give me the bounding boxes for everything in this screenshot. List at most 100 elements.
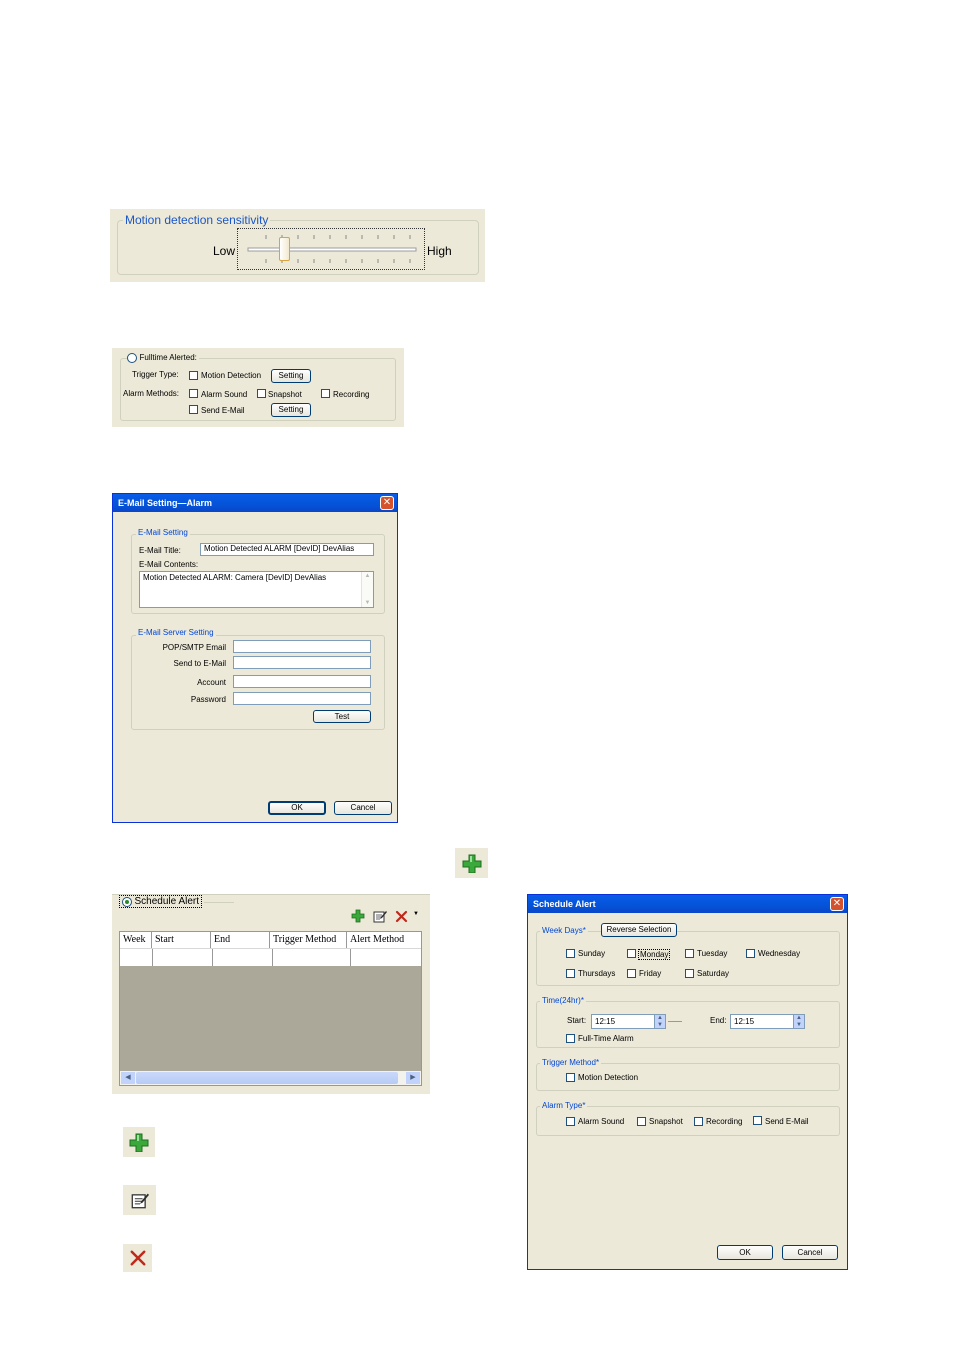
email-contents-scrollbar[interactable]: ▲ ▼: [361, 572, 373, 607]
saturday-label: Saturday: [697, 969, 730, 978]
alarm-methods-label: Alarm Methods:: [123, 389, 180, 398]
schedule-alert-radio[interactable]: [122, 896, 132, 907]
friday-label: Friday: [639, 969, 662, 978]
pop-smtp-input[interactable]: [233, 640, 371, 653]
time-group-title: Time(24hr)*: [540, 996, 586, 1005]
delete-dropdown-icon[interactable]: ▼: [413, 911, 419, 917]
sensitivity-slider[interactable]: [237, 228, 425, 270]
schedule-recording-label: Recording: [706, 1117, 743, 1126]
schedule-motion-detection-checkbox[interactable]: [566, 1073, 575, 1082]
close-icon[interactable]: ✕: [380, 496, 394, 510]
schedule-snapshot-checkbox[interactable]: [637, 1117, 646, 1126]
column-header-week[interactable]: Week: [120, 932, 152, 948]
email-setting-group-title: E-Mail Setting: [136, 528, 190, 537]
delete-icon[interactable]: [395, 910, 408, 923]
start-time-input[interactable]: 12:15 ▲ ▼: [591, 1014, 666, 1029]
recording-checkbox[interactable]: [321, 389, 330, 398]
horizontal-scrollbar[interactable]: ◀ ▶: [120, 1071, 421, 1085]
email-title-input[interactable]: Motion Detected ALARM [DevID] DevAlias: [200, 543, 374, 556]
edit-icon[interactable]: [373, 909, 387, 923]
reverse-selection-button[interactable]: Reverse Selection: [601, 923, 677, 937]
end-time-input[interactable]: 12:15 ▲ ▼: [730, 1014, 805, 1029]
schedule-recording-checkbox[interactable]: [694, 1117, 703, 1126]
schedule-alert-label: Schedule Alert: [134, 896, 200, 908]
start-label: Start:: [567, 1016, 587, 1025]
thursdays-label: Thursdays: [578, 969, 616, 978]
monday-checkbox[interactable]: [627, 949, 636, 958]
start-time-spinner[interactable]: ▲ ▼: [654, 1015, 665, 1028]
add-icon-legend: [123, 1127, 155, 1157]
email-setting-button[interactable]: Setting: [271, 403, 311, 417]
week-days-group-title: Week Days*: [540, 926, 588, 935]
schedule-alarm-sound-checkbox[interactable]: [566, 1117, 575, 1126]
fulltime-alert-radio[interactable]: [127, 352, 137, 363]
schedule-send-email-checkbox[interactable]: [753, 1116, 762, 1125]
time-separator: [668, 1021, 682, 1022]
fulltime-alert-panel: Fulltime Alerted: Trigger Type: Motion D…: [112, 348, 404, 427]
tuesday-checkbox[interactable]: [685, 949, 694, 958]
scroll-right-icon[interactable]: ▶: [406, 1072, 420, 1084]
email-title-label: E-Mail Title:: [139, 546, 181, 555]
password-label: Password: [190, 695, 226, 704]
column-header-trigger-method[interactable]: Trigger Method: [270, 932, 347, 948]
account-input[interactable]: [233, 675, 371, 688]
end-label: End:: [710, 1016, 727, 1025]
trigger-type-label: Trigger Type:: [132, 370, 179, 379]
trigger-setting-button[interactable]: Setting: [271, 369, 311, 383]
test-button[interactable]: Test: [313, 710, 371, 723]
friday-checkbox[interactable]: [627, 969, 636, 978]
schedule-alert-radio-wrap[interactable]: Schedule Alert: [119, 895, 203, 909]
schedule-table: Week Start End Trigger Method Alert Method ◀…: [119, 931, 422, 1086]
pop-smtp-label: POP/SMTP Email: [162, 643, 226, 652]
spin-down-icon: ▼: [657, 1021, 663, 1028]
email-cancel-button[interactable]: Cancel: [334, 801, 392, 815]
fulltime-alarm-checkbox[interactable]: [566, 1034, 575, 1043]
account-label: Account: [197, 678, 226, 687]
column-header-start[interactable]: Start: [152, 932, 211, 948]
schedule-snapshot-label: Snapshot: [649, 1117, 683, 1126]
alarm-sound-checkbox[interactable]: [189, 389, 198, 398]
email-setting-dialog: E-Mail Setting—Alarm ✕ E-Mail Setting E-…: [112, 493, 398, 823]
send-email-checkbox[interactable]: [189, 405, 198, 414]
column-header-alert-method[interactable]: Alert Method: [347, 932, 421, 948]
add-icon: [129, 1133, 149, 1152]
alarm-sound-label: Alarm Sound: [201, 390, 248, 399]
email-dialog-title: E-Mail Setting—Alarm: [118, 498, 213, 508]
sensitivity-title: Motion detection sensitivity: [123, 213, 271, 227]
scroll-left-icon[interactable]: ◀: [121, 1072, 135, 1084]
scrollbar-thumb[interactable]: [136, 1072, 398, 1084]
close-icon[interactable]: ✕: [830, 897, 844, 911]
snapshot-checkbox[interactable]: [257, 389, 266, 398]
snapshot-label: Snapshot: [268, 390, 302, 399]
wednesday-checkbox[interactable]: [746, 949, 755, 958]
saturday-checkbox[interactable]: [685, 969, 694, 978]
sensitivity-slider-thumb[interactable]: [279, 237, 291, 261]
spin-down-icon: ▼: [796, 1021, 802, 1028]
add-icon[interactable]: [351, 909, 365, 923]
sensitivity-panel: Motion detection sensitivity Low High: [110, 209, 485, 282]
scroll-down-icon[interactable]: ▼: [362, 599, 373, 607]
table-row[interactable]: [120, 949, 421, 966]
password-input[interactable]: [233, 692, 371, 705]
schedule-ok-button[interactable]: OK: [717, 1245, 773, 1260]
motion-detection-checkbox[interactable]: [189, 371, 198, 380]
email-contents-label: E-Mail Contents:: [139, 560, 199, 569]
schedule-alert-panel: Schedule Alert ▼ Week Start End Trigger Met…: [112, 894, 430, 1094]
add-icon: [462, 854, 481, 873]
email-contents-textarea[interactable]: Motion Detected ALARM: Camera [DevID] De…: [139, 571, 374, 608]
thursdays-checkbox[interactable]: [566, 969, 575, 978]
end-time-spinner[interactable]: ▲ ▼: [793, 1015, 804, 1028]
sunday-label: Sunday: [578, 949, 606, 958]
send-to-email-input[interactable]: [233, 656, 371, 669]
motion-detection-label: Motion Detection: [201, 371, 262, 380]
scroll-up-icon[interactable]: ▲: [362, 572, 373, 580]
schedule-cancel-button[interactable]: Cancel: [782, 1245, 838, 1260]
fulltime-alert-label: Fulltime Alerted:: [139, 353, 197, 363]
email-ok-button[interactable]: OK: [268, 801, 326, 815]
edit-icon: [131, 1193, 149, 1209]
schedule-table-header: Week Start End Trigger Method Alert Method: [120, 932, 421, 949]
column-header-end[interactable]: End: [211, 932, 270, 948]
sunday-checkbox[interactable]: [566, 949, 575, 958]
delete-icon: [130, 1250, 145, 1266]
email-dialog-titlebar: E-Mail Setting—Alarm ✕: [113, 494, 397, 512]
